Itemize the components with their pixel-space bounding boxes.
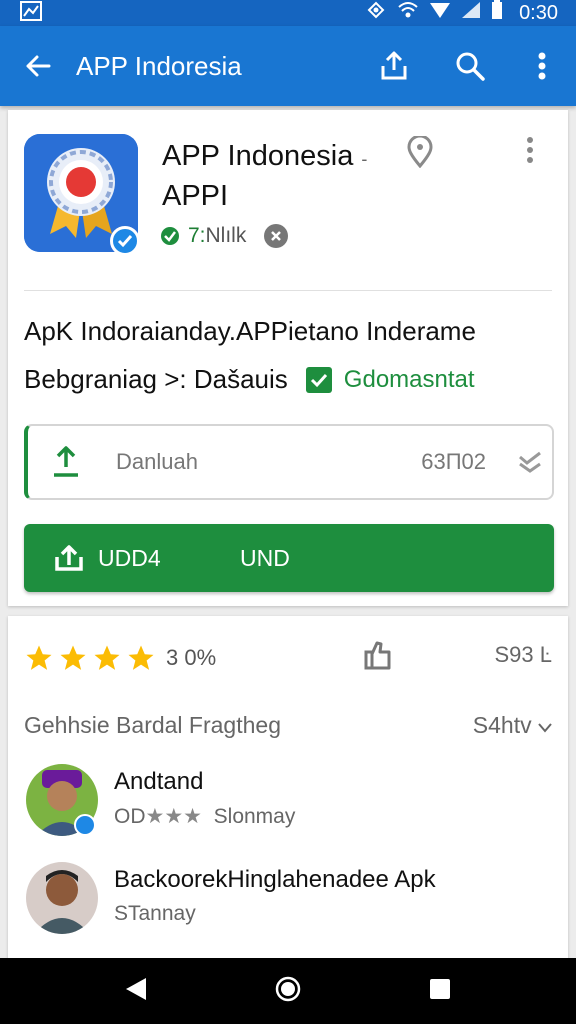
- install-button[interactable]: UDD4 UND: [24, 524, 554, 592]
- chevron-icon[interactable]: [508, 451, 552, 473]
- reviews-sort-label: S4htv: [472, 712, 532, 738]
- reviews-sort-dropdown[interactable]: S4htv: [473, 712, 552, 739]
- app-bar-title: APP Indoresia: [76, 50, 242, 81]
- star-icon: [60, 645, 86, 670]
- review-rating-text: OD: [114, 805, 146, 828]
- avatar: [26, 862, 98, 934]
- thumbs-up-icon[interactable]: [364, 640, 392, 675]
- search-button[interactable]: [432, 26, 508, 106]
- review-meta: OD★★★ Slonmay: [114, 804, 295, 829]
- star-rating: [24, 643, 156, 673]
- star-icon: [26, 645, 52, 670]
- back-arrow-icon: [26, 55, 51, 77]
- app-name-suffix: -: [361, 149, 368, 169]
- search-icon: [456, 52, 485, 81]
- reviews-header: Gehhsie Bardal Fragtheg S4htv: [24, 712, 552, 739]
- install-icon: [24, 545, 84, 571]
- battery-icon: [491, 0, 503, 26]
- cell-signal-icon: [461, 1, 481, 25]
- checkbox-icon[interactable]: [305, 366, 332, 393]
- more-vert-icon: [527, 137, 533, 163]
- download-arrow-icon: [28, 445, 104, 479]
- download-count-rest: Nlılk: [205, 224, 247, 247]
- back-button[interactable]: [0, 26, 76, 106]
- overflow-menu-button[interactable]: [508, 26, 576, 106]
- notification-icon: [20, 0, 42, 26]
- more-vert-icon: [538, 52, 546, 80]
- verified-text: Gdomasntat: [343, 365, 475, 393]
- info-badge-icon[interactable]: [264, 224, 289, 248]
- share-button[interactable]: [356, 26, 432, 106]
- app-bar: APP Indoresia: [0, 26, 576, 106]
- rating-percent: 3 0%: [166, 645, 217, 670]
- signal-icon: [429, 1, 451, 25]
- reviews-card: 3 0% S93 Ŀ Gehhsie Bardal Fragtheg S4htv…: [8, 616, 568, 976]
- reviewer-name: Andtand: [114, 768, 204, 795]
- app-name: APP Indonesia: [162, 140, 354, 172]
- nfc-icon: [365, 0, 387, 26]
- location-pin-icon[interactable]: [406, 134, 434, 173]
- download-option[interactable]: Danluah 63П02: [24, 424, 554, 500]
- card-more-button[interactable]: [526, 136, 534, 169]
- verified-badge-icon: [74, 814, 96, 836]
- star-icon: [94, 645, 120, 670]
- app-meta-row: 7:Nlılk: [160, 224, 289, 248]
- nav-home-icon[interactable]: [275, 976, 301, 1007]
- status-left: [20, 0, 42, 26]
- verified-badge-icon: [110, 226, 140, 256]
- download-option-size: 63П02: [421, 449, 486, 474]
- review-stars: ★★★: [145, 805, 202, 828]
- nav-back-icon[interactable]: [124, 976, 148, 1007]
- navigation-bar: [0, 958, 576, 1024]
- divider: [24, 290, 552, 291]
- reviews-title: Gehhsie Bardal Fragtheg: [24, 712, 281, 738]
- status-bar: 0:30: [0, 0, 576, 26]
- download-count-number: 7:: [188, 224, 206, 247]
- download-option-label: Danluah: [116, 449, 198, 474]
- status-time: 0:30: [519, 1, 558, 24]
- chevron-down-icon: [538, 723, 552, 733]
- app-subtitle: APPI: [162, 180, 229, 212]
- app-title: APP Indonesia -: [162, 136, 367, 179]
- rating-row: 3 0% S93 Ŀ: [24, 640, 552, 676]
- review-date: Slonmay: [213, 805, 296, 828]
- nav-recents-icon[interactable]: [428, 977, 452, 1006]
- review-item[interactable]: Andtand OD★★★ Slonmay: [24, 764, 552, 836]
- rating-count: S93 Ŀ: [494, 642, 553, 667]
- green-check-icon: [161, 227, 179, 245]
- description-line-2: Bebgraniag >: Dašauis Gdomasntat: [24, 364, 475, 395]
- install-button-label-secondary: UND: [240, 544, 290, 571]
- reviewer-name: BackoorekHinglahenadee Apk: [114, 866, 436, 893]
- star-icon: [128, 645, 154, 670]
- description-line-2-text: Bebgraniag >: Dašauis: [24, 364, 288, 394]
- download-count: 7:Nlılk: [188, 224, 246, 248]
- review-item[interactable]: BackoorekHinglahenadee Apk STannay: [24, 862, 552, 934]
- review-date: STannay: [114, 902, 196, 925]
- share-icon: [381, 51, 407, 80]
- wifi-icon: [397, 0, 419, 26]
- install-button-label: UDD4: [98, 544, 161, 571]
- status-right: 0:30: [365, 0, 558, 26]
- app-info-card: APP Indonesia - APPI 7:Nlılk ApK Indoraia…: [8, 110, 568, 606]
- app-icon[interactable]: [24, 134, 140, 256]
- description-line-1: ApK Indoraianday.APPietano Inderame: [24, 316, 476, 346]
